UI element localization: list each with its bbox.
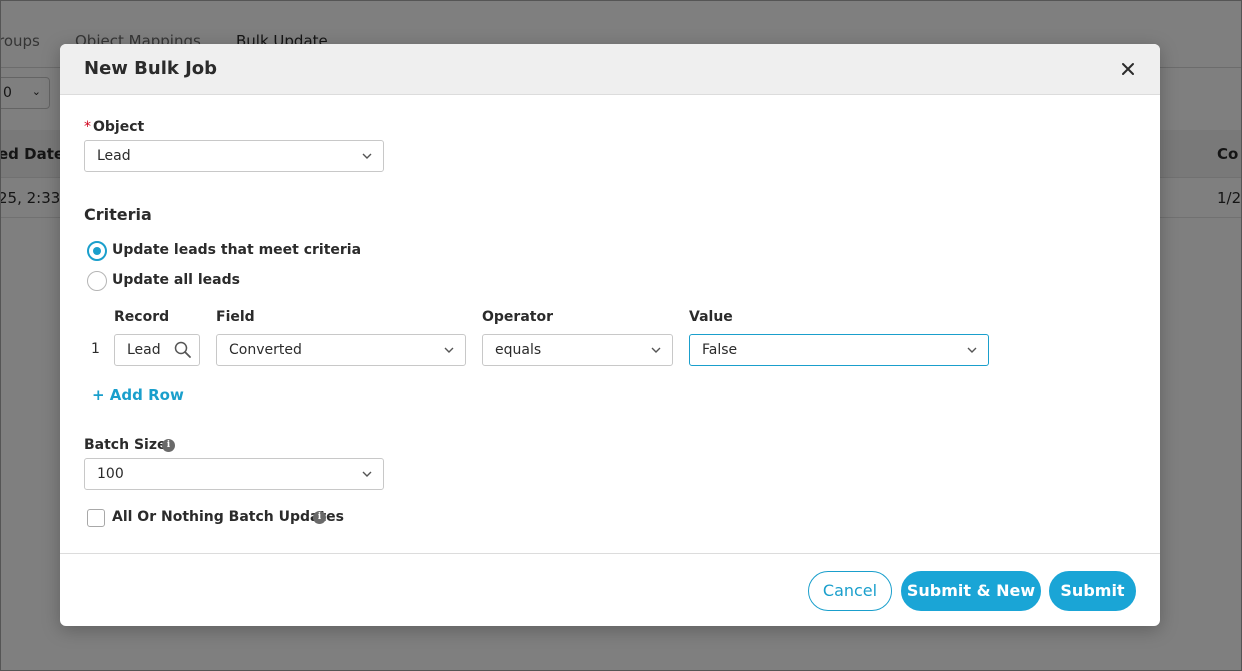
info-icon[interactable]: i bbox=[162, 439, 175, 452]
column-operator: Operator bbox=[482, 309, 553, 325]
required-marker: * bbox=[84, 119, 91, 135]
column-value: Value bbox=[689, 309, 733, 325]
column-field: Field bbox=[216, 309, 255, 325]
field-select[interactable]: Converted bbox=[216, 334, 466, 366]
object-label: * Object bbox=[84, 119, 144, 135]
batch-size-label: Batch Size bbox=[84, 437, 167, 453]
record-lookup-input[interactable]: Lead bbox=[114, 334, 200, 366]
batch-size-select[interactable]: 100 bbox=[84, 458, 384, 490]
chevron-down-icon bbox=[966, 344, 978, 356]
value-select-value: False bbox=[702, 342, 738, 358]
close-button[interactable] bbox=[1118, 59, 1138, 79]
object-select[interactable]: Lead bbox=[84, 140, 384, 172]
new-bulk-job-modal: New Bulk Job * Object Lead Criteria Updat… bbox=[60, 44, 1160, 626]
chevron-down-icon bbox=[443, 344, 455, 356]
add-row-button[interactable]: + Add Row bbox=[92, 386, 184, 404]
close-icon bbox=[1122, 63, 1134, 75]
cancel-button[interactable]: Cancel bbox=[808, 571, 892, 611]
info-icon[interactable]: i bbox=[313, 511, 326, 524]
field-select-value: Converted bbox=[229, 342, 302, 358]
object-label-text: Object bbox=[93, 119, 145, 135]
all-or-nothing-label: All Or Nothing Batch Updates bbox=[112, 509, 344, 525]
footer-divider bbox=[60, 553, 1160, 554]
search-icon[interactable] bbox=[173, 340, 193, 360]
object-select-value: Lead bbox=[97, 148, 131, 164]
chevron-down-icon bbox=[650, 344, 662, 356]
column-record: Record bbox=[114, 309, 170, 325]
modal-header: New Bulk Job bbox=[60, 44, 1160, 95]
radio-button-unchecked[interactable] bbox=[87, 271, 107, 291]
batch-size-select-value: 100 bbox=[97, 466, 124, 482]
chevron-down-icon bbox=[361, 150, 373, 162]
radio-label-matching: Update leads that meet criteria bbox=[112, 242, 362, 258]
chevron-down-icon bbox=[361, 468, 373, 480]
modal-title: New Bulk Job bbox=[84, 58, 218, 79]
all-or-nothing-checkbox[interactable] bbox=[87, 509, 105, 527]
criteria-row-number: 1 bbox=[91, 341, 100, 357]
value-select[interactable]: False bbox=[689, 334, 989, 366]
submit-and-new-button[interactable]: Submit & New bbox=[901, 571, 1041, 611]
operator-select[interactable]: equals bbox=[482, 334, 673, 366]
operator-select-value: equals bbox=[495, 342, 542, 358]
criteria-title: Criteria bbox=[84, 205, 152, 224]
submit-button[interactable]: Submit bbox=[1049, 571, 1136, 611]
radio-label-all: Update all leads bbox=[112, 272, 240, 288]
record-lookup-value: Lead bbox=[127, 342, 161, 358]
radio-button-checked[interactable] bbox=[87, 241, 107, 261]
